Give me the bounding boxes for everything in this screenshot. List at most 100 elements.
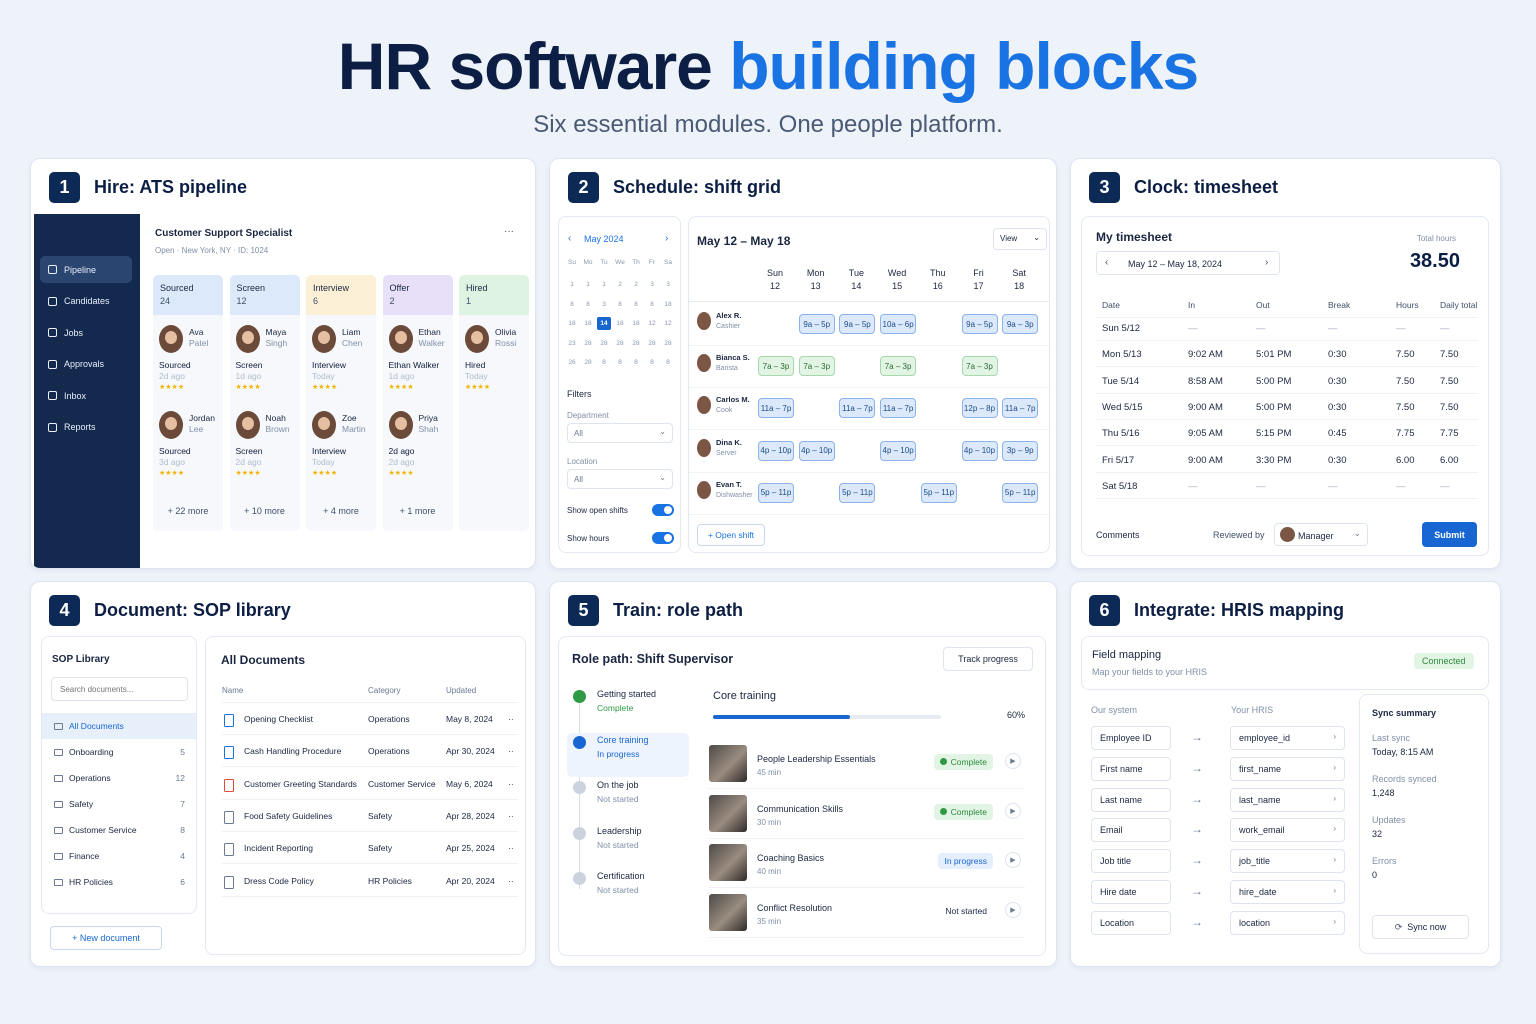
calendar-day[interactable]: 8: [581, 298, 595, 311]
candidate-card[interactable]: Olivia Rossi Hired Today ★★★★: [465, 325, 527, 405]
shift-block[interactable]: 5p – 11p: [758, 482, 794, 503]
sidebar-item-approvals[interactable]: Approvals: [40, 351, 132, 378]
row-menu-icon[interactable]: ··: [508, 779, 514, 789]
more-link[interactable]: + 4 more: [306, 506, 376, 516]
cal-prev-icon[interactable]: ‹: [568, 233, 571, 244]
shift-block[interactable]: 11a – 7p: [758, 398, 794, 419]
open-shift-button[interactable]: + Open shift: [697, 524, 765, 546]
candidate-card[interactable]: Ava Patel Sourced 2d ago ★★★★: [159, 325, 221, 405]
course-row[interactable]: Conflict Resolution 35 min Not started ▶: [709, 888, 1025, 938]
target-field-select[interactable]: first_name ›: [1230, 756, 1345, 781]
calendar-day[interactable]: 18: [581, 317, 595, 330]
shift-block[interactable]: 7a – 3p: [798, 356, 835, 377]
candidate-card[interactable]: Ethan Walker Ethan Walker 1d ago ★★★★: [388, 325, 451, 405]
shift-block[interactable]: 5p – 11p: [1002, 482, 1039, 503]
calendar-day[interactable]: 18: [661, 298, 675, 311]
target-field-select[interactable]: location ›: [1230, 910, 1345, 935]
shift-block[interactable]: 7a – 3p: [880, 356, 917, 377]
calendar-day[interactable]: 28: [597, 337, 611, 350]
calendar-day[interactable]: 3: [661, 278, 675, 291]
shift-block[interactable]: 11a – 7p: [880, 398, 917, 419]
play-icon[interactable]: ▶: [1005, 901, 1021, 918]
shift-block[interactable]: 4p – 10p: [961, 440, 998, 461]
folder-item[interactable]: All Documents: [42, 713, 196, 739]
shift-block[interactable]: 7a – 3p: [961, 356, 998, 377]
calendar-day[interactable]: 3: [597, 298, 611, 311]
shift-block[interactable]: 4p – 10p: [880, 440, 917, 461]
calendar-day[interactable]: 2: [629, 278, 643, 291]
play-icon[interactable]: ▶: [1005, 802, 1021, 819]
location-select[interactable]: All ⌄: [567, 469, 673, 489]
shift-block[interactable]: 11a – 7p: [1002, 398, 1039, 419]
calendar-day[interactable]: 8: [661, 356, 675, 369]
calendar-day[interactable]: 8: [597, 356, 611, 369]
calendar-day[interactable]: 18: [613, 317, 627, 330]
calendar-day[interactable]: 8: [645, 298, 659, 311]
more-link[interactable]: + 10 more: [230, 506, 300, 516]
show-hours-toggle[interactable]: [652, 532, 674, 544]
calendar-day[interactable]: 28: [581, 356, 595, 369]
calendar-day[interactable]: 23: [565, 337, 579, 350]
target-field-select[interactable]: employee_id ›: [1230, 726, 1345, 750]
calendar-day[interactable]: 8: [645, 356, 659, 369]
date-range-picker[interactable]: ‹ May 12 – May 18, 2024 ›: [1096, 251, 1280, 275]
calendar-day[interactable]: 18: [565, 317, 579, 330]
document-row[interactable]: Dress Code Policy HR Policies Apr 20, 2024…: [222, 865, 518, 897]
shift-block[interactable]: 9a – 5p: [839, 314, 876, 334]
calendar-day[interactable]: 8: [613, 298, 627, 311]
calendar-day[interactable]: 8: [629, 356, 643, 369]
track-progress-button[interactable]: Track progress: [943, 647, 1033, 671]
shift-block[interactable]: 5p – 11p: [839, 482, 876, 503]
document-row[interactable]: Food Safety Guidelines Safety Apr 28, 2024…: [222, 800, 518, 832]
shift-block[interactable]: 5p – 11p: [920, 482, 957, 503]
shift-block[interactable]: 9a – 3p: [1002, 314, 1039, 334]
shift-block[interactable]: 9a – 5p: [961, 314, 998, 334]
play-icon[interactable]: ▶: [1005, 753, 1021, 769]
shift-block[interactable]: 9a – 5p: [798, 314, 835, 334]
sidebar-item-pipeline[interactable]: Pipeline: [40, 256, 132, 283]
target-field-select[interactable]: work_email ›: [1230, 818, 1345, 843]
calendar-day[interactable]: 8: [613, 356, 627, 369]
chevron-left-icon[interactable]: ‹: [1105, 257, 1108, 268]
cal-next-icon[interactable]: ›: [665, 233, 668, 244]
calendar-day[interactable]: 28: [645, 337, 659, 350]
sidebar-item-candidates[interactable]: Candidates: [40, 288, 132, 315]
calendar-day[interactable]: 18: [629, 317, 643, 330]
reviewer-select[interactable]: Manager ⌄: [1274, 523, 1368, 546]
more-link[interactable]: + 1 more: [383, 506, 453, 516]
shift-block[interactable]: 10a – 6p: [880, 314, 917, 334]
chevron-right-icon[interactable]: ›: [1265, 257, 1268, 268]
candidate-card[interactable]: Priya Shah 2d ago 2d ago ★★★★: [388, 411, 451, 491]
sidebar-item-jobs[interactable]: Jobs: [40, 319, 132, 346]
calendar-day[interactable]: 8: [629, 298, 643, 311]
path-step[interactable]: Core training In progress: [567, 732, 689, 777]
calendar-day[interactable]: 12: [645, 317, 659, 330]
calendar-day[interactable]: 3: [645, 278, 659, 291]
calendar-day[interactable]: 26: [565, 356, 579, 369]
target-field-select[interactable]: hire_date ›: [1230, 880, 1345, 904]
target-field-select[interactable]: last_name ›: [1230, 787, 1345, 812]
shift-block[interactable]: 4p – 10p: [758, 440, 794, 461]
calendar-day[interactable]: 1: [565, 278, 579, 291]
row-menu-icon[interactable]: ··: [508, 811, 514, 821]
show-open-shifts-toggle[interactable]: [652, 504, 674, 516]
row-menu-icon[interactable]: ··: [508, 876, 514, 886]
calendar-day[interactable]: 1: [597, 278, 611, 291]
new-document-button[interactable]: + New document: [50, 926, 162, 950]
target-field-select[interactable]: job_title ›: [1230, 849, 1345, 874]
shift-block[interactable]: 3p – 9p: [1002, 440, 1039, 461]
folder-item[interactable]: Customer Service 8: [42, 817, 196, 843]
calendar-day[interactable]: 28: [629, 337, 643, 350]
department-select[interactable]: All ⌄: [567, 423, 673, 443]
shift-block[interactable]: 12p – 8p: [961, 398, 998, 419]
calendar-day[interactable]: 12: [661, 317, 675, 330]
row-menu-icon[interactable]: ··: [508, 746, 514, 756]
course-row[interactable]: Coaching Basics 40 min In progress ▶: [709, 838, 1025, 888]
calendar-day[interactable]: 1: [581, 278, 595, 291]
candidate-card[interactable]: Jordan Lee Sourced 3d ago ★★★★: [159, 411, 221, 491]
course-row[interactable]: Communication Skills 30 min Complete ▶: [709, 789, 1025, 839]
sync-now-button[interactable]: ⟳ Sync now: [1372, 915, 1469, 939]
folder-item[interactable]: HR Policies 6: [42, 869, 196, 895]
shift-block[interactable]: 4p – 10p: [798, 440, 835, 461]
calendar-day[interactable]: 2: [613, 278, 627, 291]
